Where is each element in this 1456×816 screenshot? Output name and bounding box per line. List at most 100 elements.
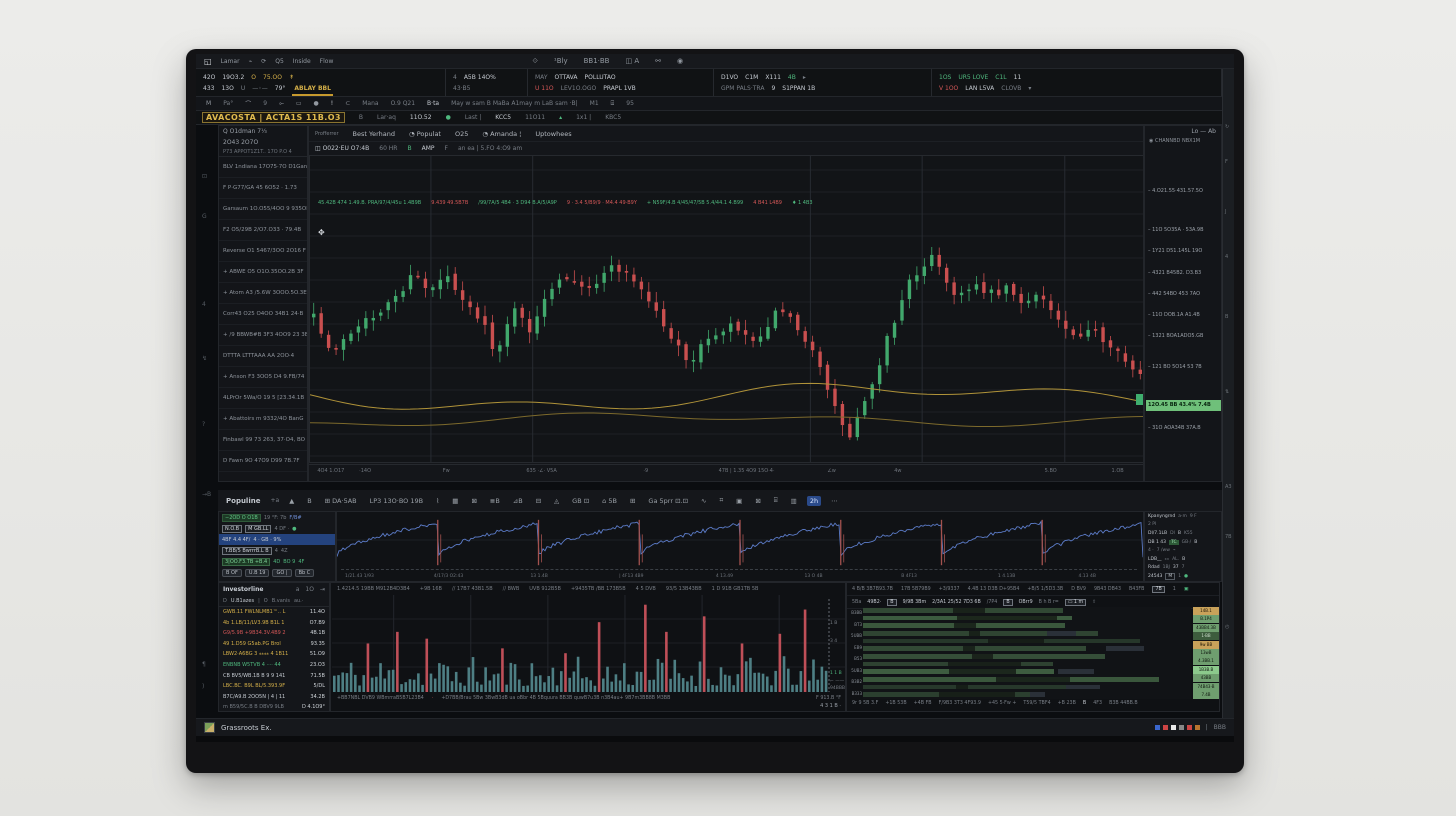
chart-tab[interactable]: O25 [455, 130, 468, 138]
toolbar-icon[interactable]: ▥ [791, 497, 797, 505]
widget-row[interactable]: Rdad1BJ377 [1145, 564, 1221, 573]
sidebar-icon[interactable]: 4 [1225, 254, 1228, 260]
watchlist-row[interactable]: + /9 BBWB#B 3F3 4OO9 23 3B [219, 325, 307, 346]
toolbar-item[interactable]: O.9 Q21 [391, 100, 415, 107]
order-button[interactable]: U.B 19 [245, 569, 270, 577]
sidebar-icon[interactable]: J [1225, 209, 1226, 215]
watchlist-row[interactable]: BLV 1ndiana 17O75·7O D1Ganca [219, 157, 307, 178]
menu-item[interactable]: Inside [293, 58, 311, 65]
instrument-row[interactable]: LBC.BC. B9L BL/5.393.9F5/DL [219, 681, 329, 692]
rail-icon[interactable]: 4 [202, 301, 206, 308]
rail-icon[interactable]: ? [202, 421, 205, 428]
toolbar-item[interactable]: B·ta [427, 100, 439, 107]
ladder-cell[interactable]: 13wB [1193, 649, 1219, 657]
more-icon[interactable]: ⋯ [831, 497, 838, 505]
watchlist-row[interactable]: + Atom A3 /5.6W 3OOO.5O.3E [219, 283, 307, 304]
watchlist-row[interactable]: D Fawn 9O 47O9 D99 7B.7F [219, 451, 307, 472]
toolbar-icon[interactable]: ⌇ [436, 497, 439, 505]
menu-item[interactable]: Lamar [221, 58, 240, 65]
market-depth-panel[interactable]: 4 B/B 3B7B93.7B17B 5B79B9+3/93374.4B 13 … [846, 582, 1220, 712]
toolbar-item[interactable]: ! [331, 100, 333, 107]
toolbar-icon[interactable]: ⊿B [513, 497, 523, 505]
sidebar-icon[interactable]: ⇅ [1225, 389, 1229, 395]
order-row[interactable]: T.BB/5 BwrrrB.L B44Z [219, 545, 335, 556]
watchlist-row[interactable]: Garsaum 1O.O55/4OO 9 935OB [219, 199, 307, 220]
menu-center-icon[interactable]: ◉ [677, 57, 683, 65]
price-axis-panel[interactable]: Lo — Ab ◉ CHANNBD NBX1M – 4.O21.55·431.5… [1144, 125, 1222, 482]
ladder-cell[interactable]: 1·BB [1193, 632, 1219, 640]
sidebar-icon[interactable]: ↻ [1225, 124, 1229, 130]
menu-center-icon[interactable]: BB1·BB [584, 57, 610, 65]
status-app-icon[interactable] [204, 722, 215, 733]
ladder-cell[interactable]: 74B43·B [1193, 683, 1219, 691]
menu-center-icon[interactable]: ◫ A [625, 57, 639, 65]
toolbar-icon[interactable]: ◬ [554, 497, 559, 505]
sidebar-icon[interactable]: A3 [1225, 484, 1232, 490]
toolbar-icon[interactable]: ∿ [701, 497, 706, 505]
instrument-row[interactable]: B7C/A9.B 2OO5N | 4 | 1134.2B [219, 692, 329, 703]
chart-tab[interactable]: Best Yerhand [353, 130, 395, 138]
sidebar-icon[interactable]: B [1225, 314, 1228, 320]
toolbar-item[interactable]: M1 [590, 100, 599, 107]
instrument-row[interactable]: G9/5.9B +9B34.3V.4B9 24B.1B [219, 628, 329, 639]
ticker-section[interactable]: D1VOC1MX1114B▸GPM PALS·TRA9S1PPAN 1B [714, 69, 932, 96]
toolbar-item[interactable]: ⟜ [279, 100, 284, 108]
rail-icon[interactable]: ⊡ [202, 173, 207, 180]
bottom-watchlist-icon[interactable]: 1O [305, 586, 314, 593]
widget-row[interactable]: LDB__⁎⁎AL.B [1145, 555, 1221, 564]
order-row[interactable]: B OFU.B 19GO |Bb C [219, 567, 335, 578]
chart-tab[interactable]: ◔ Populat [409, 130, 441, 138]
menu-item[interactable]: Flow [320, 58, 334, 65]
toolbar-icon[interactable]: ⌂ 5B [602, 497, 617, 505]
toolbar-icon[interactable]: LP3 13O·BO 19B [370, 497, 423, 505]
widget-row[interactable]: DB 1 43TCGB·/B [1145, 538, 1221, 547]
menu-item[interactable]: Q5 [275, 58, 284, 65]
toolbar-icon[interactable]: ⌗ [719, 496, 723, 505]
watchlist-row[interactable]: Reverse O1 5467/3OO 2O16 F [219, 241, 307, 262]
toolbar-icon[interactable]: ▣ [736, 497, 742, 505]
rail-icon[interactable]: →B [202, 491, 211, 498]
widget-row[interactable]: 24543M1● [1145, 572, 1221, 581]
toolbar-item[interactable]: Mana [362, 100, 378, 107]
chart-tab[interactable]: Uptowhees [535, 130, 571, 138]
candlestick-chart[interactable]: 45.42B 474 1.49.B. PRA/97/4/45u 1.4B9B9.… [309, 155, 1144, 463]
toolbar-item[interactable]: ● [314, 100, 319, 107]
toolbar-item[interactable]: 9 [263, 100, 267, 107]
toolbar-item[interactable]: M [206, 100, 211, 107]
toolbar-icon[interactable]: ⊞ DA·5AB [325, 497, 357, 505]
ticker-section[interactable]: 42O19O3.2O75.OO↟43313OU—◦—79°ABLAY BBL [196, 69, 446, 96]
rail-icon[interactable]: G [202, 213, 207, 220]
sidebar-icon[interactable]: 7B [1225, 534, 1232, 540]
volume-panel[interactable]: 1.4214.5 19BB M912B4D3B4+9B 16B// 17B7 4… [330, 582, 846, 712]
toolbar-item[interactable]: ▭ [296, 100, 302, 107]
watchlist-row[interactable]: Finbawl 99 73 263, 37·O4, BO [219, 430, 307, 451]
toolbar-icon[interactable]: ▲ [289, 497, 294, 505]
widget-row[interactable]: 2 PI [1145, 521, 1221, 530]
ladder-cell[interactable]: 43BB4.3B [1193, 624, 1219, 632]
toolbar-item[interactable]: ⊂ [345, 100, 350, 107]
watchlist-row[interactable]: + Anson F3 3OO5 D4 9.FB/74 [219, 367, 307, 388]
axis-tools[interactable]: Lo — Ab [1145, 126, 1221, 137]
watchlist-row[interactable]: + Abattoirs m 9332/4O BanG [219, 409, 307, 430]
sidebar-icon[interactable]: F [1225, 159, 1228, 165]
menu-center-icon[interactable]: ⚯ [655, 57, 661, 65]
toolbar-item[interactable]: 95 [626, 100, 634, 107]
order-button[interactable]: B OF [222, 569, 242, 577]
instrument-row[interactable]: CB BV5/WB.1B B 9 9 14171.5B [219, 671, 329, 682]
menu-item[interactable]: ⟳ [261, 58, 266, 65]
ladder-cell[interactable]: 14B.1 [1193, 607, 1219, 615]
rail-icon[interactable]: ) [202, 683, 204, 690]
widget-row[interactable]: DI/7.1LBDIBK55 [1145, 529, 1221, 538]
active-symbol-label[interactable]: AVACOSTA | ACTA1S 11B.O3 [202, 112, 345, 123]
instrument-row[interactable]: 49 1.D59 G5ab.PG Brol93.35 [219, 639, 329, 650]
ticker-section[interactable]: 4A5B 14O%43·B5 [446, 69, 528, 96]
toolbar-item[interactable]: Pa° [223, 100, 233, 107]
order-button[interactable]: GO | [272, 569, 291, 577]
toolbar-icon[interactable]: GB ⊡ [572, 497, 589, 505]
order-row[interactable]: N.O.BM GB.LL4 DF ·● [219, 523, 335, 534]
widget-row[interactable]: Kpanyngrnda·m9 F [1145, 512, 1221, 521]
ladder-cell[interactable]: B.1P4 [1193, 615, 1219, 623]
toolbar-icon[interactable]: ⊠ [755, 497, 760, 505]
time-axis[interactable]: 4O4 1.O17·14OFw635 ·∠· V5A·947B | 1.35 4… [309, 464, 1144, 479]
toolbar-icon[interactable]: B [307, 497, 311, 505]
